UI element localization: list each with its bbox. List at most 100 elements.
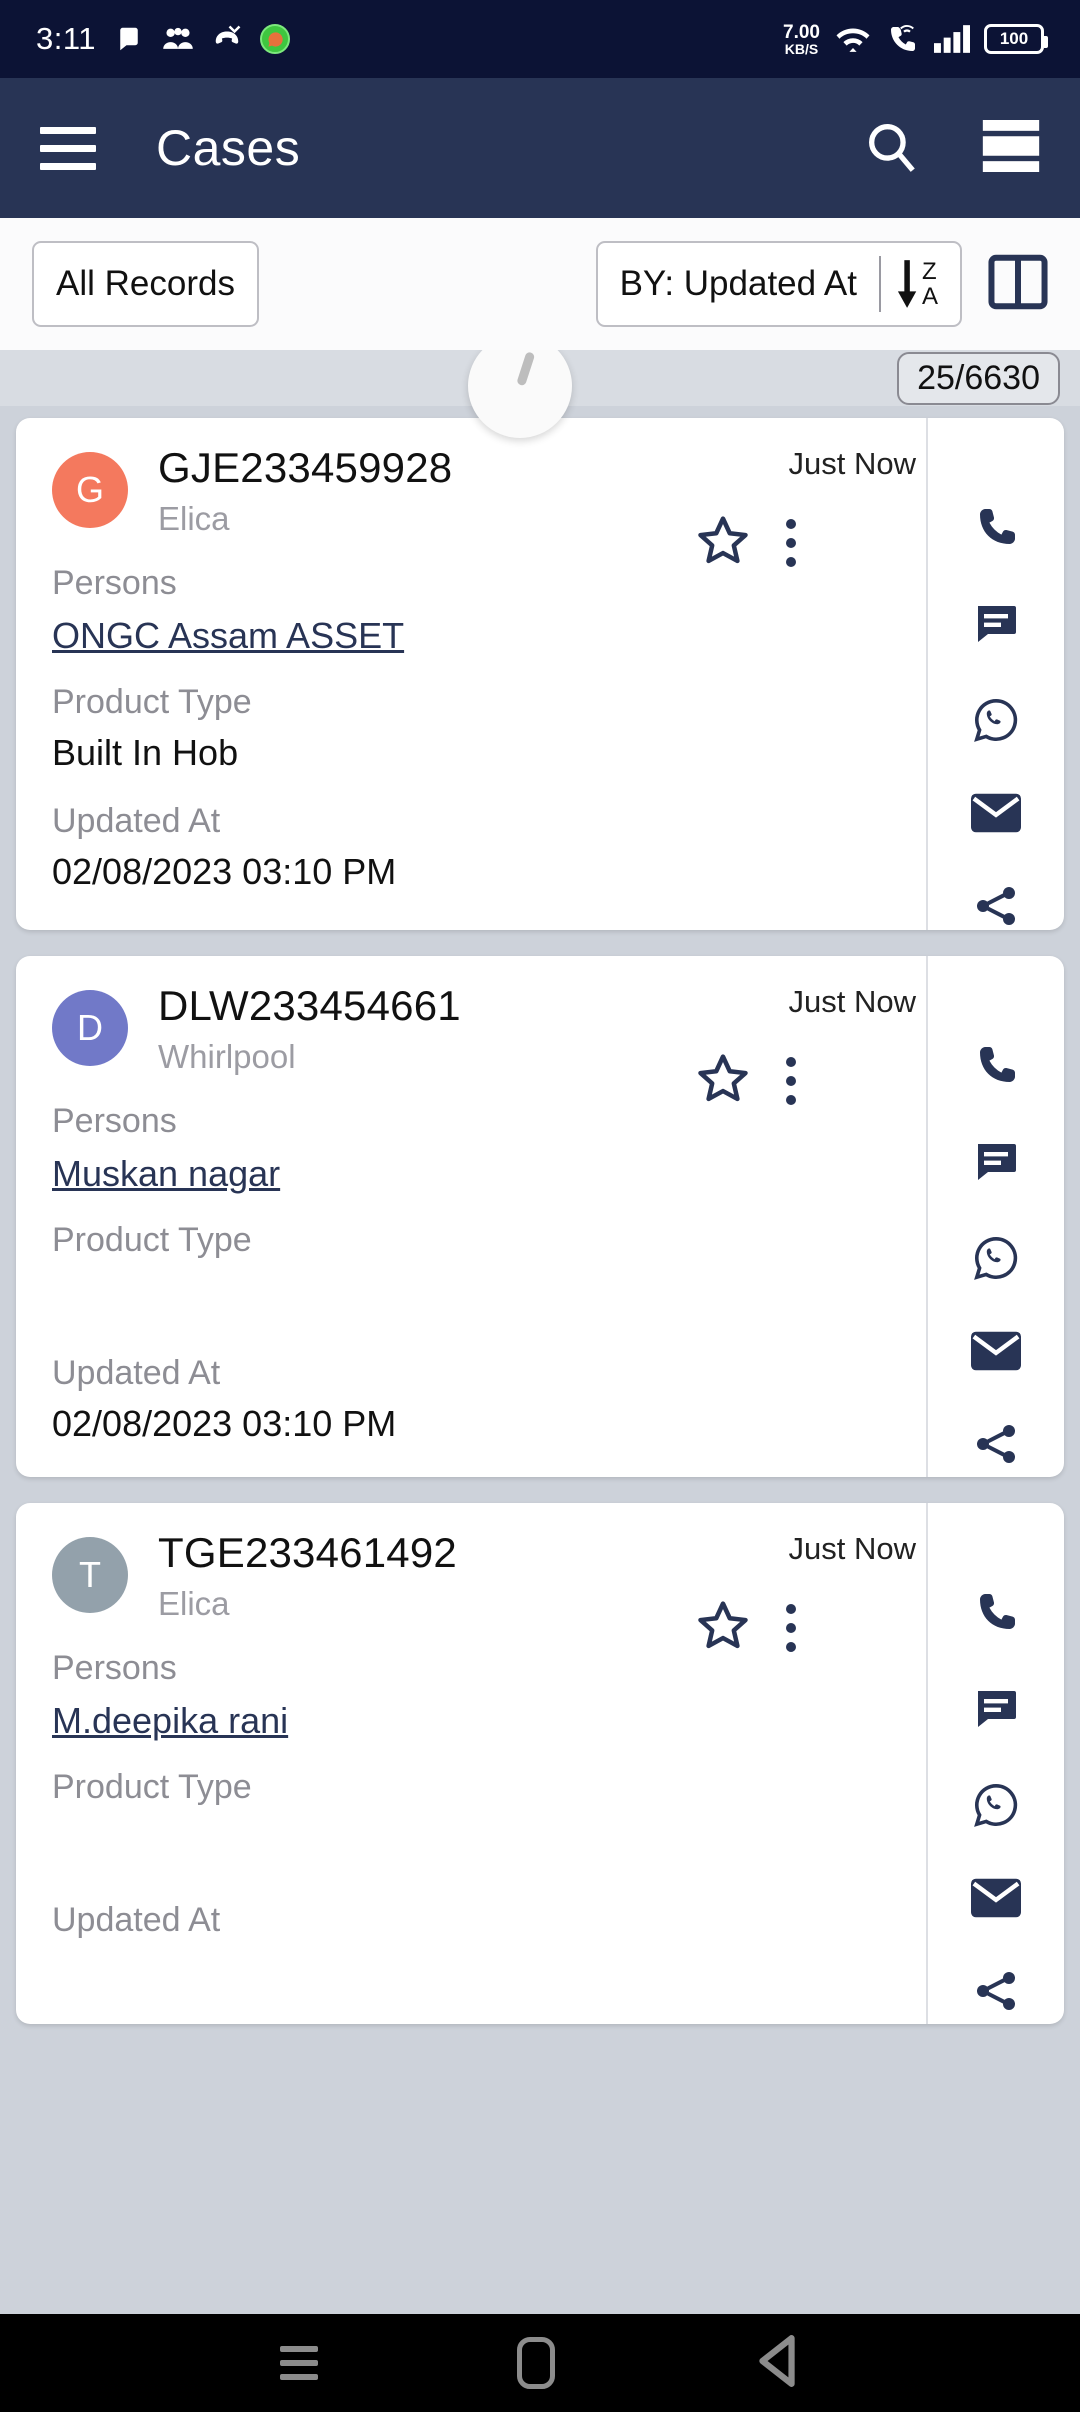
missed-call-icon [212, 24, 242, 54]
records-filter-label: All Records [56, 264, 235, 303]
split-view-icon[interactable] [988, 254, 1048, 315]
phone-icon[interactable] [972, 504, 1020, 552]
wifi-icon [834, 24, 872, 54]
sort-selector[interactable]: BY: Updated At Z A [595, 241, 962, 327]
hamburger-menu-icon[interactable] [40, 126, 96, 170]
relative-timestamp: Just Now [788, 446, 916, 481]
case-actions-rail [926, 1503, 1064, 2024]
case-card-identity: GJE233459928 Elica [158, 444, 452, 538]
share-icon[interactable] [972, 1967, 1020, 2015]
sort-order-letters: Z A [921, 257, 938, 310]
case-card-content: D DLW233454661 Whirlpool Persons Muskan … [16, 956, 926, 1477]
case-brand: Elica [158, 500, 230, 537]
star-icon[interactable] [696, 513, 750, 572]
person-link[interactable]: Muskan nagar [52, 1153, 280, 1195]
message-icon[interactable] [972, 600, 1020, 648]
email-icon[interactable] [971, 792, 1021, 834]
case-id: TGE233461492 [158, 1529, 457, 1576]
case-card[interactable]: G GJE233459928 Elica Persons ONGC Assam … [16, 418, 1064, 930]
case-id: GJE233459928 [158, 444, 453, 491]
status-bar-right: 7.00 KB/S 100 [783, 23, 1048, 56]
avatar: G [52, 452, 128, 528]
case-card-identity: TGE233461492 Elica [158, 1529, 457, 1623]
share-icon[interactable] [972, 1420, 1020, 1468]
case-card-tools [696, 1051, 796, 1110]
updated-at-label: Updated At [52, 1354, 221, 1392]
updated-at-value: 02/08/2023 03:10 PM [52, 851, 397, 892]
persons-field: Persons Muskan nagar [52, 1102, 926, 1195]
battery-icon: 100 [984, 24, 1048, 54]
phone-icon[interactable] [972, 1589, 1020, 1637]
network-speed: 7.00 KB/S [783, 23, 820, 56]
star-icon[interactable] [696, 1598, 750, 1657]
page-title: Cases [156, 120, 301, 176]
status-bar: 3:11 7.00 KB/S 100 [0, 0, 1080, 78]
sort-letter-bottom: A [921, 283, 938, 310]
case-card-tools [696, 513, 796, 572]
more-options-icon[interactable] [786, 1603, 796, 1652]
sort-letter-top: Z [921, 257, 937, 285]
star-icon[interactable] [696, 1051, 750, 1110]
more-options-icon[interactable] [786, 1056, 796, 1105]
case-card-tools [696, 1598, 796, 1657]
updated-at-field: Updated At 02/08/2023 03:10 PM [52, 802, 926, 895]
updated-at-field: Updated At 02/08/2023 03:10 PM [52, 1354, 926, 1447]
whatsapp-icon[interactable] [972, 1234, 1020, 1282]
network-speed-unit: KB/S [784, 40, 819, 57]
case-card-content: G GJE233459928 Elica Persons ONGC Assam … [16, 418, 926, 930]
app-bar-actions [862, 117, 1040, 180]
message-icon[interactable] [972, 1138, 1020, 1186]
sort-divider [878, 256, 881, 312]
more-options-icon[interactable] [786, 518, 796, 567]
avatar: D [52, 990, 128, 1066]
updated-at-label: Updated At [52, 802, 221, 840]
battery-level: 100 [999, 29, 1029, 48]
whatsapp-icon[interactable] [972, 696, 1020, 744]
sort-label: BY: Updated At [619, 264, 857, 303]
share-icon[interactable] [972, 882, 1020, 930]
persons-field: Persons ONGC Assam ASSET [52, 564, 926, 657]
message-icon[interactable] [972, 1685, 1020, 1733]
person-link[interactable]: ONGC Assam ASSET [52, 615, 404, 657]
status-bar-left: 3:11 [36, 21, 291, 57]
record-count-badge: 25/6630 [897, 351, 1060, 405]
product-type-field: Product Type Built In Hob [52, 683, 926, 776]
records-filter-dropdown[interactable]: All Records [32, 241, 259, 327]
list-view-icon[interactable] [982, 119, 1040, 177]
search-icon[interactable] [862, 117, 920, 180]
case-brand: Whirlpool [158, 1038, 296, 1075]
product-type-value: Built In Hob [52, 732, 239, 773]
product-type-field: Product Type [52, 1221, 926, 1328]
android-navigation-bar [0, 2314, 1080, 2412]
updated-at-value: 02/08/2023 03:10 PM [52, 1403, 397, 1444]
email-icon[interactable] [971, 1877, 1021, 1919]
sort-descending-icon[interactable]: Z A [897, 259, 938, 309]
case-actions-rail [926, 956, 1064, 1477]
case-actions-rail [926, 418, 1064, 930]
person-link[interactable]: M.deepika rani [52, 1700, 288, 1742]
home-icon[interactable] [516, 2337, 555, 2389]
updated-at-label: Updated At [52, 1901, 221, 1939]
back-icon[interactable] [754, 2334, 800, 2393]
people-icon [162, 24, 194, 54]
recent-apps-icon[interactable] [279, 2346, 318, 2380]
status-bar-clock: 3:11 [36, 21, 97, 56]
email-icon[interactable] [971, 1330, 1021, 1372]
updated-at-value [52, 1950, 926, 1994]
whatsapp-badge-icon [260, 24, 291, 54]
whatsapp-icon[interactable] [972, 1781, 1020, 1829]
relative-timestamp: Just Now [788, 984, 916, 1019]
product-type-label: Product Type [52, 1221, 252, 1259]
updated-at-field: Updated At [52, 1901, 926, 1994]
chat-bubble-icon [114, 24, 144, 54]
product-type-field: Product Type [52, 1768, 926, 1875]
case-card[interactable]: D DLW233454661 Whirlpool Persons Muskan … [16, 956, 1064, 1477]
cards-container: G GJE233459928 Elica Persons ONGC Assam … [0, 406, 1080, 2024]
relative-timestamp: Just Now [788, 1531, 916, 1566]
signal-bars-icon [934, 24, 970, 54]
phone-icon[interactable] [972, 1042, 1020, 1090]
persons-field: Persons M.deepika rani [52, 1649, 926, 1742]
case-card[interactable]: T TGE233461492 Elica Persons M.deepika r… [16, 1503, 1064, 2024]
network-speed-value: 7.00 [783, 21, 820, 43]
wifi-calling-icon [886, 23, 920, 55]
